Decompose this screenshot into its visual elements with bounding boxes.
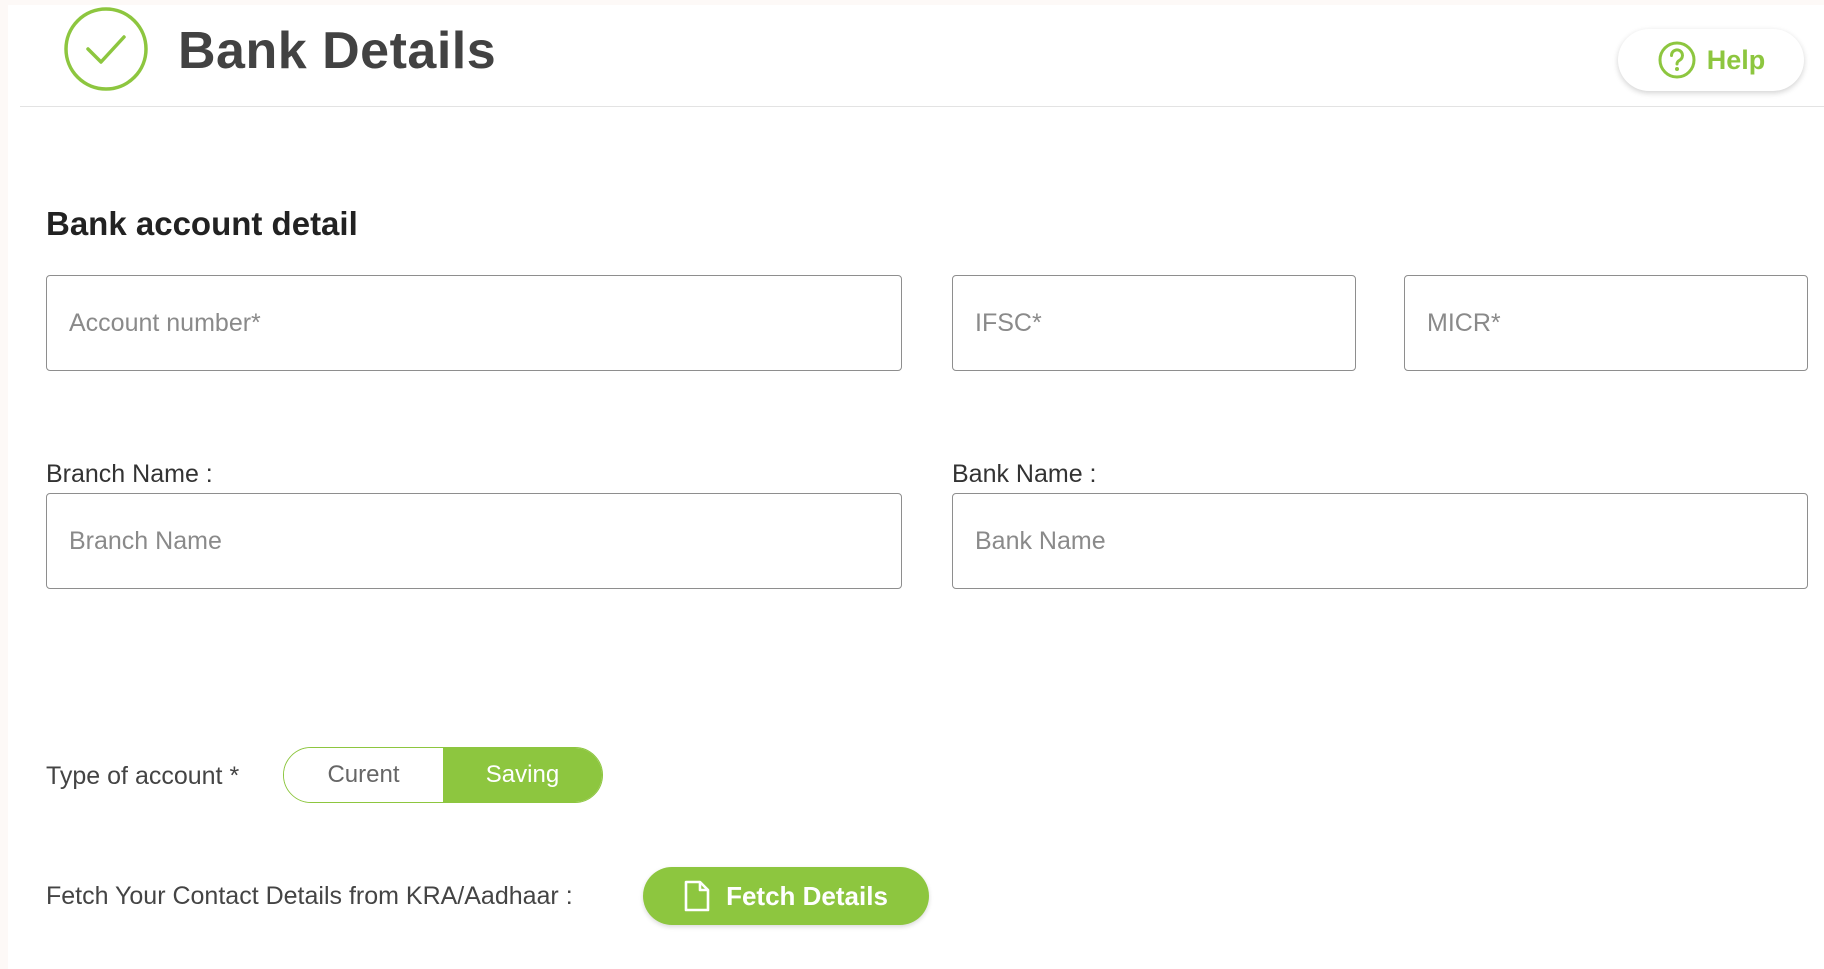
account-type-label: Type of account *: [46, 762, 240, 790]
fetch-details-button[interactable]: Fetch Details: [643, 867, 929, 925]
help-label: Help: [1706, 44, 1766, 75]
account-type-saving-option[interactable]: Saving: [443, 748, 602, 802]
branch-name-label: Branch Name :: [46, 460, 213, 488]
account-number-input[interactable]: [46, 275, 902, 371]
check-circle-icon: [64, 7, 148, 91]
account-type-toggle: Curent Saving: [283, 747, 603, 803]
bank-name-label: Bank Name :: [952, 460, 1097, 488]
micr-input[interactable]: [1404, 275, 1808, 371]
help-button[interactable]: Help: [1618, 29, 1804, 91]
fetch-details-label: Fetch Your Contact Details from KRA/Aadh…: [46, 882, 573, 910]
branch-name-input[interactable]: [46, 493, 902, 589]
document-icon: [684, 880, 710, 912]
section-title: Bank account detail: [46, 205, 358, 242]
bank-name-input[interactable]: [952, 493, 1808, 589]
page-header: Bank Details Help: [20, 5, 1824, 107]
account-type-current-option[interactable]: Curent: [284, 748, 443, 802]
page-title: Bank Details: [178, 22, 497, 80]
ifsc-input[interactable]: [952, 275, 1356, 371]
fetch-details-button-label: Fetch Details: [726, 880, 888, 911]
bank-details-page: Bank Details Help Bank account detail Br…: [8, 5, 1824, 969]
question-circle-icon: [1658, 41, 1696, 79]
